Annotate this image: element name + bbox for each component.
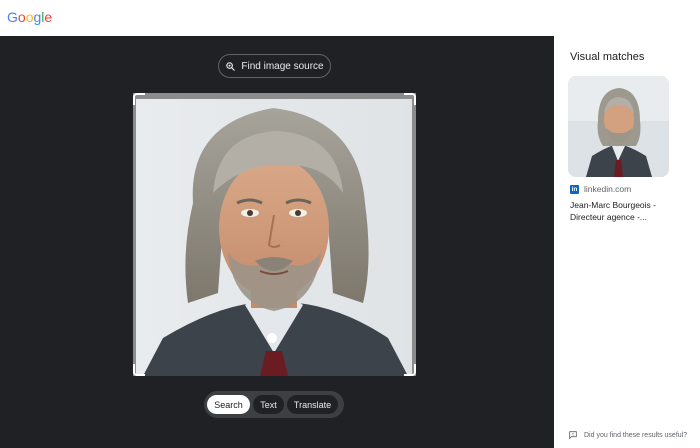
logo-letter: g <box>33 9 42 25</box>
logo-letter: o <box>25 9 34 25</box>
result-thumbnail-image <box>568 76 669 177</box>
crop-corner-top-left[interactable] <box>133 93 145 105</box>
lens-search-icon <box>226 61 236 71</box>
feedback-prompt[interactable]: Did you find these results useful? <box>568 430 687 440</box>
crop-corner-top-right[interactable] <box>404 93 416 105</box>
visual-matches-heading: Visual matches <box>570 51 645 63</box>
google-logo[interactable]: Google <box>7 9 52 25</box>
logo-letter: o <box>17 9 26 25</box>
logo-letter: G <box>7 9 18 25</box>
mode-search-button[interactable]: Search <box>207 395 250 414</box>
feedback-text: Did you find these results useful? <box>584 431 688 439</box>
search-mode-switcher: Search Text Translate <box>204 391 344 418</box>
find-image-source-label: Find image source <box>241 60 324 72</box>
feedback-icon <box>569 431 577 440</box>
result-source-domain: linkedin.com <box>584 184 632 194</box>
result-source[interactable]: in linkedin.com <box>570 184 631 194</box>
find-image-source-button[interactable]: Find image source <box>218 54 331 78</box>
results-panel: Visual matches in linkedin.com Jean-Marc… <box>554 36 700 448</box>
result-title-link[interactable]: Jean-Marc Bourgeois - Directeur agence -… <box>570 199 690 223</box>
mode-text-button[interactable]: Text <box>253 395 284 414</box>
result-thumbnail[interactable] <box>568 76 669 177</box>
crop-corner-bottom-left[interactable] <box>133 364 145 376</box>
search-image-crop-area[interactable] <box>133 93 416 376</box>
crop-drag-handle[interactable] <box>267 333 277 343</box>
linkedin-icon: in <box>570 184 579 194</box>
crop-corner-bottom-right[interactable] <box>404 364 416 376</box>
top-bar: Google <box>0 0 700 36</box>
image-viewer: Find image source Search Text Translate <box>0 36 554 448</box>
logo-letter: e <box>44 9 53 25</box>
mode-translate-button[interactable]: Translate <box>287 395 338 414</box>
